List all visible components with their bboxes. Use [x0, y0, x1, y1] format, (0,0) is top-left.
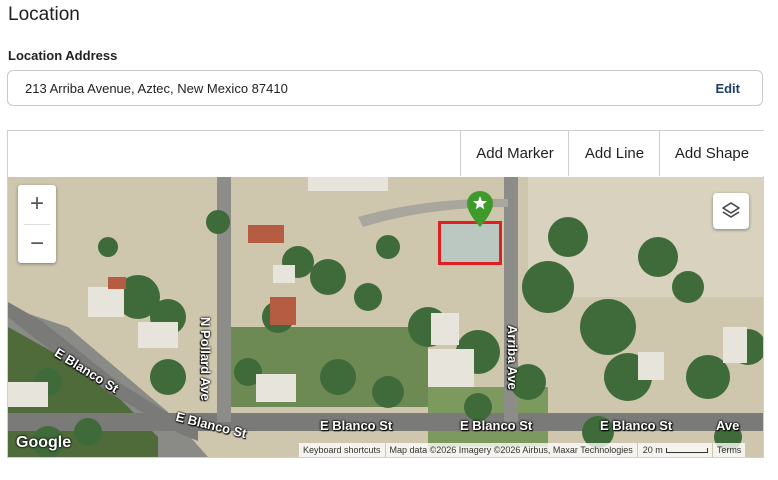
zoom-in-button[interactable]: +	[18, 185, 56, 223]
edit-address-button[interactable]: Edit	[715, 81, 740, 96]
keyboard-shortcuts-link[interactable]: Keyboard shortcuts	[299, 443, 385, 457]
add-marker-button[interactable]: Add Marker	[460, 131, 569, 176]
zoom-out-button[interactable]: −	[18, 225, 56, 263]
location-address-field: 213 Arriba Avenue, Aztec, New Mexico 874…	[7, 70, 763, 106]
map-data-credit: Map data ©2026 Imagery ©2026 Airbus, Max…	[385, 443, 637, 457]
add-line-button[interactable]: Add Line	[568, 131, 660, 176]
layers-icon	[722, 202, 740, 218]
layers-button[interactable]	[713, 193, 749, 229]
scale-bar: 20 m	[637, 443, 712, 457]
street-label: N Pollard Ave	[198, 317, 213, 401]
street-label: Arriba Ave	[505, 325, 520, 390]
street-label: Ave	[716, 418, 740, 433]
street-label: E Blanco St	[600, 418, 673, 433]
scale-label: 20 m	[642, 445, 663, 455]
satellite-imagery	[8, 177, 763, 457]
map-attribution: Keyboard shortcuts Map data ©2026 Imager…	[298, 443, 746, 457]
map-toolbar: Add Marker Add Line Add Shape	[8, 131, 764, 178]
add-shape-button[interactable]: Add Shape	[659, 131, 764, 176]
map-panel: Add Marker Add Line Add Shape + − N Poll…	[7, 130, 764, 458]
drawn-shape-rectangle[interactable]	[438, 221, 502, 265]
location-address-label: Location Address	[8, 48, 118, 63]
address-value: 213 Arriba Avenue, Aztec, New Mexico 874…	[25, 80, 288, 96]
street-label: E Blanco St	[320, 418, 393, 433]
terms-link[interactable]: Terms	[712, 443, 746, 457]
map-pin-icon[interactable]	[467, 191, 493, 227]
satellite-map[interactable]: + − N Pollard Ave Arriba Ave E Blanco St…	[8, 177, 763, 457]
google-logo: Google	[16, 434, 72, 451]
zoom-controls: + −	[18, 185, 56, 263]
street-label: E Blanco St	[460, 418, 533, 433]
section-title: Location	[8, 4, 80, 25]
scale-line	[665, 448, 708, 454]
